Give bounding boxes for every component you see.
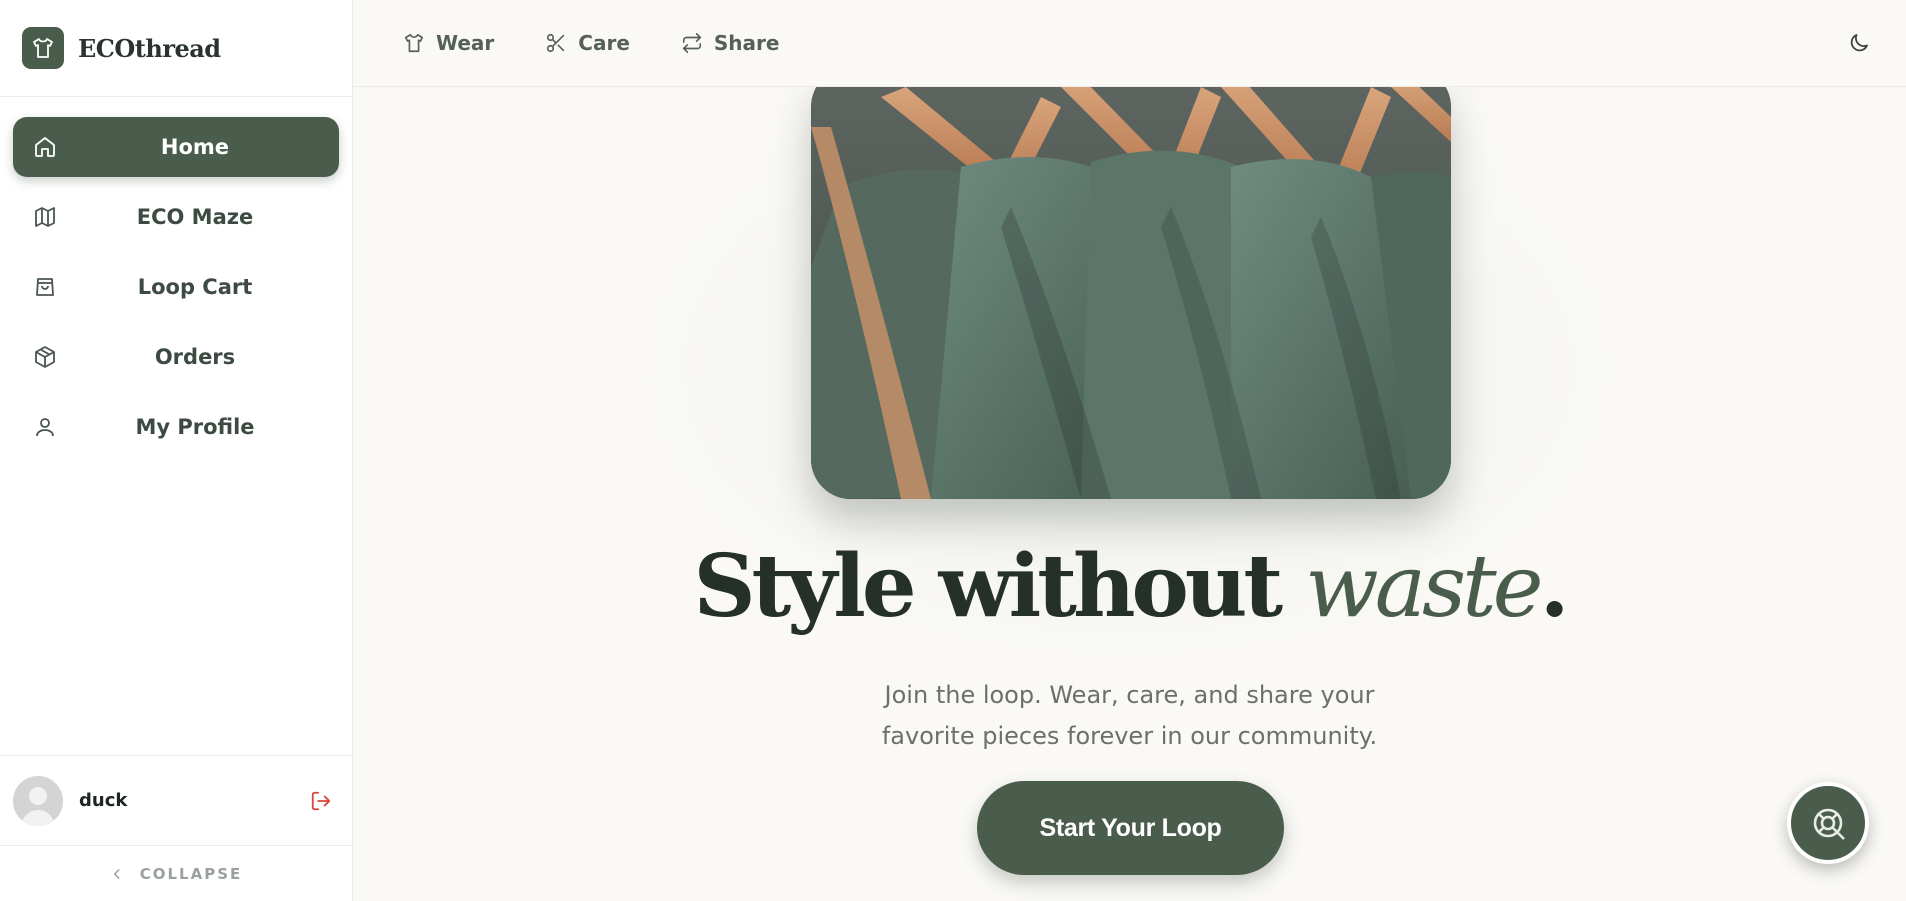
nav-link-label: Share [713,31,780,55]
sidebar-item-label: ECO Maze [136,205,254,229]
user-name: duck [79,790,128,811]
shopping-bag-icon [32,274,58,300]
map-icon [32,204,58,230]
headline-accent: waste [1305,537,1543,637]
sidebar-item-label: My Profile [135,415,255,439]
hero-headline: Style without waste. [353,544,1906,631]
user-block: duck [0,755,352,846]
scissors-icon [544,31,568,55]
user-icon [32,414,58,440]
package-icon [32,344,58,370]
chevron-left-icon [110,867,124,881]
top-nav: Wear Care Share [353,0,1906,87]
sidebar-item-label: Home [160,135,230,159]
sidebar-item-home[interactable]: Home [13,117,339,177]
repeat-icon [680,31,704,55]
logout-icon[interactable] [308,788,334,814]
hero-section: Style without waste. Join the loop. Wear… [353,87,1906,901]
headline-main: Style without [693,536,1306,637]
home-icon [32,134,58,160]
sidebar-item-orders[interactable]: Orders [13,327,339,387]
chat-assistant-button[interactable] [1787,782,1869,864]
nav-link-label: Wear [436,31,495,55]
sidebar: ECOthread Home ECO Maze Loop Cart Orders [0,0,353,901]
sidebar-item-my-profile[interactable]: My Profile [13,397,339,457]
brand-name: ECOthread [78,33,221,63]
headline-end: . [1539,536,1570,637]
nav-link-share[interactable]: Share [680,31,780,55]
brand[interactable]: ECOthread [0,0,352,97]
nav-link-label: Care [578,31,630,55]
collapse-button[interactable]: COLLAPSE [0,846,352,901]
lifebuoy-icon [1808,803,1848,843]
sidebar-item-loop-cart[interactable]: Loop Cart [13,257,339,317]
shirt-icon [22,27,64,69]
sidebar-item-label: Orders [154,345,236,369]
nav-link-care[interactable]: Care [544,31,630,55]
shirt-icon [402,31,426,55]
sidebar-item-eco-maze[interactable]: ECO Maze [13,187,339,247]
sidebar-item-label: Loop Cart [137,275,253,299]
hero-image [811,87,1451,499]
hero-subtitle-line1: Join the loop. Wear, care, and share you… [884,681,1375,709]
hero-subtitle: Join the loop. Wear, care, and share you… [353,675,1906,757]
hero-subtitle-line2: favorite pieces forever in our community… [881,722,1378,750]
sidebar-nav: Home ECO Maze Loop Cart Orders My Profil… [0,97,352,457]
start-loop-button[interactable]: Start Your Loop [977,781,1284,875]
moon-icon[interactable] [1844,28,1874,58]
nav-link-wear[interactable]: Wear [402,31,494,55]
collapse-label: COLLAPSE [139,864,243,883]
avatar[interactable] [13,775,63,826]
